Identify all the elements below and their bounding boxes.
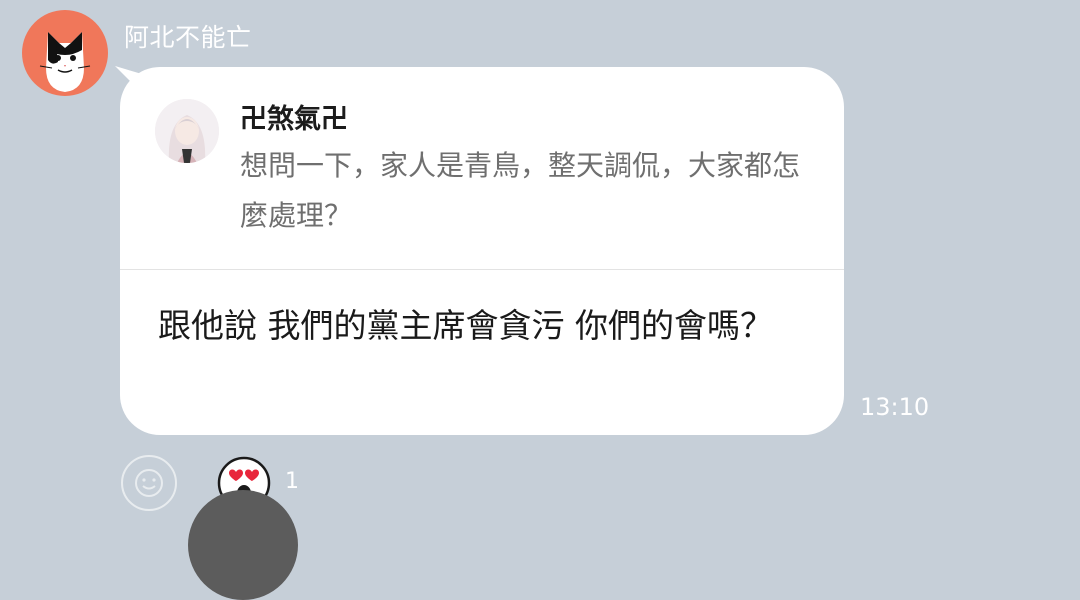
sender-avatar[interactable] xyxy=(22,10,108,96)
quoted-author-avatar xyxy=(155,99,219,163)
sender-name: 阿北不能亡 xyxy=(124,23,252,52)
quote-divider xyxy=(120,269,844,270)
message-bubble[interactable]: 卍煞氣卍 想問一下，家人是青鳥，整天調侃，大家都怎麼處理？ 跟他說 我們的黨主席… xyxy=(120,67,844,435)
message-text: 跟他說 我們的黨主席會貪污 你們的會嗎？ xyxy=(158,306,773,345)
add-reaction-button[interactable] xyxy=(121,455,177,511)
cat-icon xyxy=(39,32,91,92)
message-time: 13:10 xyxy=(860,393,930,421)
reaction-count: 1 xyxy=(285,469,299,494)
quoted-message[interactable]: 卍煞氣卍 想問一下，家人是青鳥，整天調侃，大家都怎麼處理？ xyxy=(120,67,844,269)
next-sender-avatar[interactable] xyxy=(188,490,298,600)
anime-avatar-icon xyxy=(155,99,219,163)
quoted-author-name: 卍煞氣卍 xyxy=(240,104,348,135)
quoted-text: 想問一下，家人是青鳥，整天調侃，大家都怎麼處理？ xyxy=(240,149,801,232)
smiley-icon xyxy=(135,469,163,497)
